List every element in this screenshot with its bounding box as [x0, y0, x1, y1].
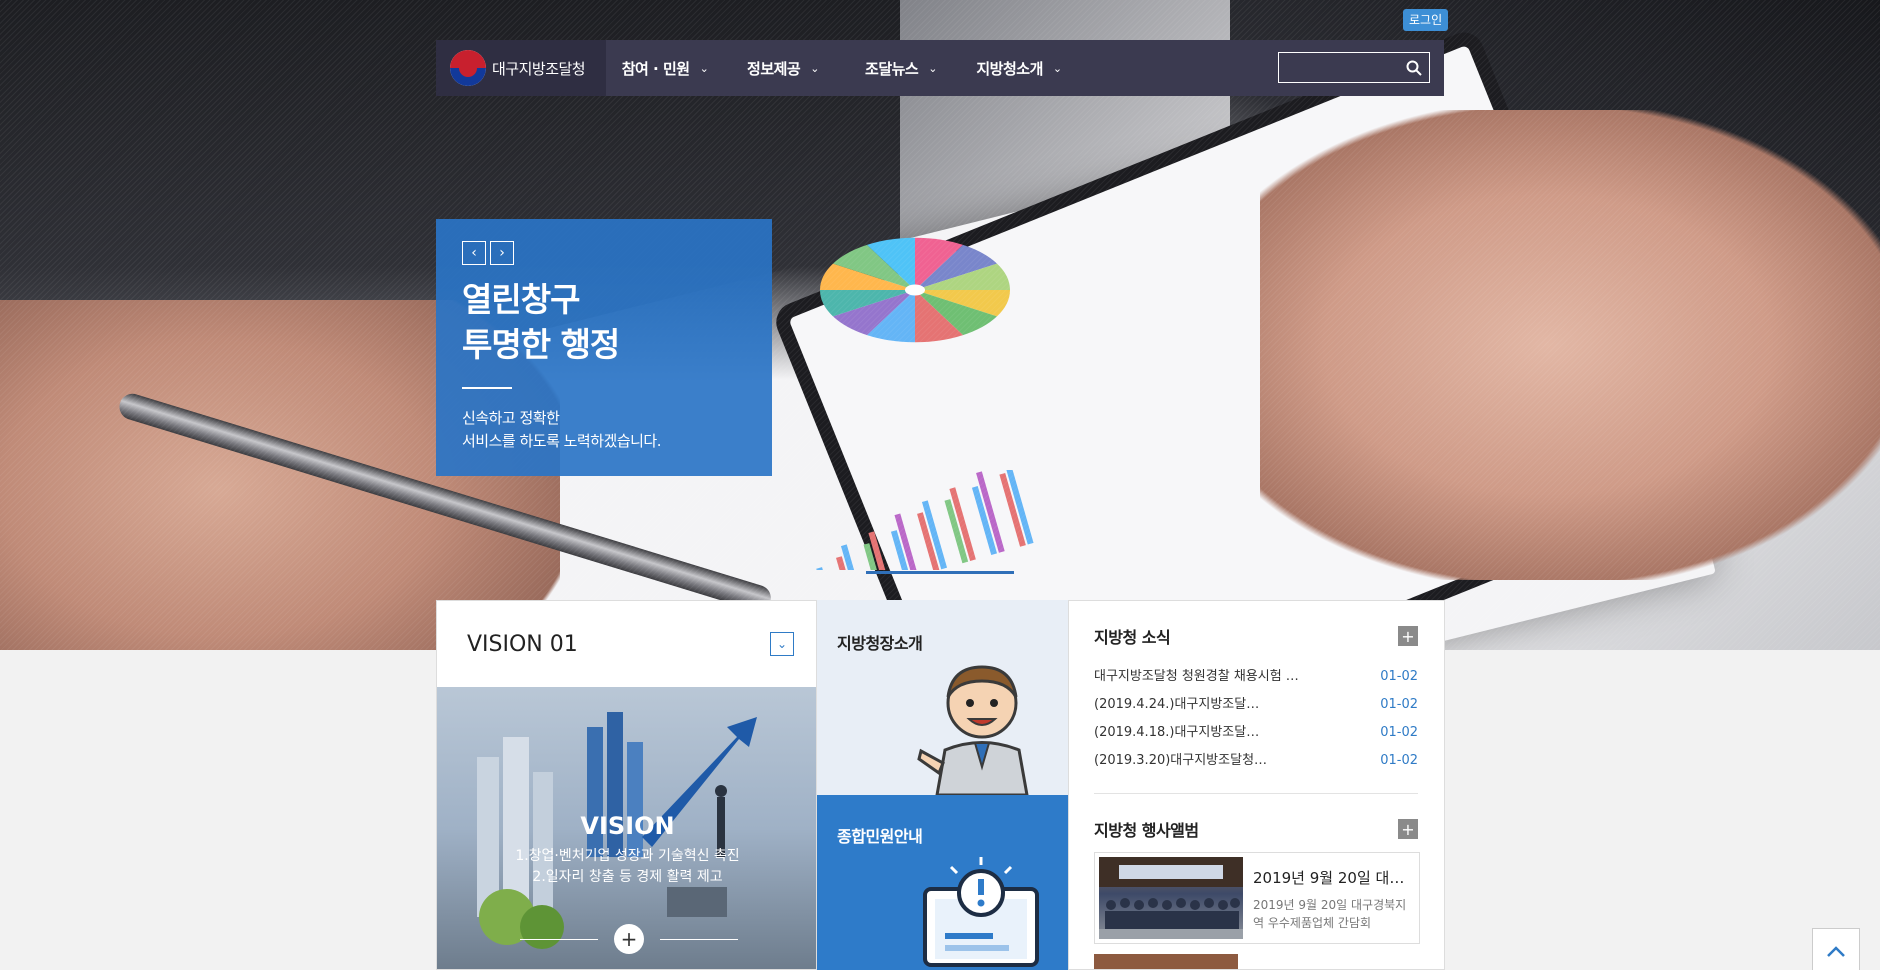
album-heading: 지방청 행사앨범 [1094, 821, 1199, 840]
menu-item-information[interactable]: 정보제공 ⌄ [724, 40, 842, 96]
slide-progress-indicator [866, 571, 1014, 574]
news-item[interactable]: (2019.4.24.)대구지방조달… 01-02 [1094, 691, 1418, 719]
slide-desc-line2: 서비스를 하도록 노력하겠습니다. [462, 432, 662, 450]
menu-item-label: 정보제공 [747, 59, 801, 78]
page: 로그인 대구지방조달청 참여 · 민원 ⌄ 정보제공 ⌄ 조달뉴스 ⌄ 지방청소… [0, 0, 1880, 970]
slide-divider [462, 387, 512, 389]
news-item-date: 01-02 [1380, 697, 1418, 712]
vision-header: VISION 01 ⌄ [437, 601, 816, 687]
chevron-down-icon[interactable]: ⌄ [770, 632, 794, 656]
hero-banner-image [0, 0, 1880, 650]
director-intro-tile[interactable]: 지방청장소개 [817, 600, 1068, 795]
vision-caption-line1: 1.창업·벤처기업 성장과 기술혁신 촉진 [515, 848, 740, 864]
news-item-date: 01-02 [1380, 753, 1418, 768]
chevron-down-icon: ⌄ [699, 61, 709, 75]
civil-service-label: 종합민원안내 [837, 827, 923, 846]
slide-title: 열린창구 투명한 행정 [462, 277, 746, 367]
news-item-title: (2019.4.18.)대구지방조달… [1094, 725, 1260, 740]
album-more-icon[interactable]: + [1398, 819, 1418, 839]
divider [520, 939, 598, 940]
slide-title-line2: 투명한 행정 [462, 325, 620, 364]
search-box [1278, 52, 1430, 83]
news-item-date: 01-02 [1380, 725, 1418, 740]
vision-image: VISION 1.창업·벤처기업 성장과 기술혁신 촉진 2.일자리 창출 등 … [437, 687, 816, 969]
vision-caption-line2: 2.일자리 창출 등 경제 활력 제고 [532, 869, 723, 885]
news-item[interactable]: (2019.4.18.)대구지방조달… 01-02 [1094, 719, 1418, 747]
news-item-date: 01-02 [1380, 669, 1418, 684]
vision-more-icon[interactable]: + [614, 924, 644, 954]
search-icon[interactable] [1399, 53, 1429, 82]
logo-text: 대구지방조달청 [492, 59, 586, 78]
news-item[interactable]: (2019.3.20)대구지방조달청… 01-02 [1094, 747, 1418, 775]
menu-item-about[interactable]: 지방청소개 ⌄ [960, 40, 1078, 96]
slide-next-icon[interactable]: › [490, 241, 514, 265]
chevron-down-icon: ⌄ [810, 61, 819, 75]
divider [1094, 793, 1418, 794]
global-navigation-bar: 대구지방조달청 참여 · 민원 ⌄ 정보제공 ⌄ 조달뉴스 ⌄ 지방청소개 ⌄ [436, 40, 1444, 96]
menu-item-label: 참여 · 민원 [621, 59, 690, 78]
menu-item-label: 지방청소개 [976, 59, 1043, 78]
scroll-to-top-button[interactable] [1812, 928, 1860, 970]
slide-controls: ‹ › [462, 241, 746, 265]
search-input[interactable] [1279, 53, 1399, 82]
chevron-up-icon [1827, 946, 1845, 957]
album-thumbnail [1099, 857, 1243, 939]
vision-panel: VISION 01 ⌄ VISION 1.창업·벤처기업 성장과 기술혁신 촉진… [436, 600, 817, 970]
album-item-next-thumbnail[interactable] [1094, 954, 1238, 969]
news-list: 대구지방조달청 청원경찰 채용시험 … 01-02 (2019.4.24.)대구… [1094, 663, 1418, 775]
site-logo[interactable]: 대구지방조달청 [436, 40, 606, 96]
divider [660, 939, 738, 940]
news-panel: 지방청 소식 + 대구지방조달청 청원경찰 채용시험 … 01-02 (2019… [1068, 600, 1445, 970]
menu-item-news[interactable]: 조달뉴스 ⌄ [842, 40, 960, 96]
menu-item-participation[interactable]: 참여 · 민원 ⌄ [606, 40, 724, 96]
chevron-down-icon: ⌄ [928, 61, 937, 75]
vision-caption-title: VISION [580, 812, 675, 840]
news-item-title: (2019.3.20)대구지방조달청… [1094, 753, 1268, 768]
director-intro-label: 지방청장소개 [837, 634, 923, 653]
slide-title-line1: 열린창구 [462, 280, 580, 319]
taegeuk-logo-icon [450, 50, 486, 86]
vision-heading: VISION 01 [467, 631, 578, 657]
laptop-lightbulb-icon [923, 857, 1039, 967]
menu-item-label: 조달뉴스 [865, 59, 919, 78]
news-item[interactable]: 대구지방조달청 청원경찰 채용시험 … 01-02 [1094, 663, 1418, 691]
main-menu: 참여 · 민원 ⌄ 정보제공 ⌄ 조달뉴스 ⌄ 지방청소개 ⌄ [606, 40, 1078, 96]
album-item-desc: 2019년 9월 20일 대구경북지역 우수제품업체 간담회 [1253, 898, 1407, 930]
civil-service-tile[interactable]: 종합민원안내 [817, 795, 1068, 970]
news-item-title: 대구지방조달청 청원경찰 채용시험 … [1094, 669, 1299, 684]
news-item-title: (2019.4.24.)대구지방조달… [1094, 697, 1260, 712]
login-button[interactable]: 로그인 [1403, 9, 1449, 31]
news-header: 지방청 소식 + [1094, 623, 1418, 649]
director-cartoon-icon [917, 665, 1029, 795]
album-item-title: 2019년 9월 20일 대구… [1253, 869, 1413, 887]
album-header: 지방청 행사앨범 + [1094, 816, 1418, 842]
slide-desc-line1: 신속하고 정확한 [462, 409, 560, 427]
slide-prev-icon[interactable]: ‹ [462, 241, 486, 265]
hero-slide-caption: ‹ › 열린창구 투명한 행정 신속하고 정확한 서비스를 하도록 노력하겠습니… [436, 219, 772, 476]
chevron-down-icon: ⌄ [1052, 61, 1062, 75]
slide-description: 신속하고 정확한 서비스를 하도록 노력하겠습니다. [462, 407, 746, 453]
news-heading: 지방청 소식 [1094, 628, 1171, 647]
news-more-icon[interactable]: + [1398, 626, 1418, 646]
album-item[interactable]: 2019년 9월 20일 대구… 2019년 9월 20일 대구경북지역 우수제… [1094, 852, 1420, 944]
